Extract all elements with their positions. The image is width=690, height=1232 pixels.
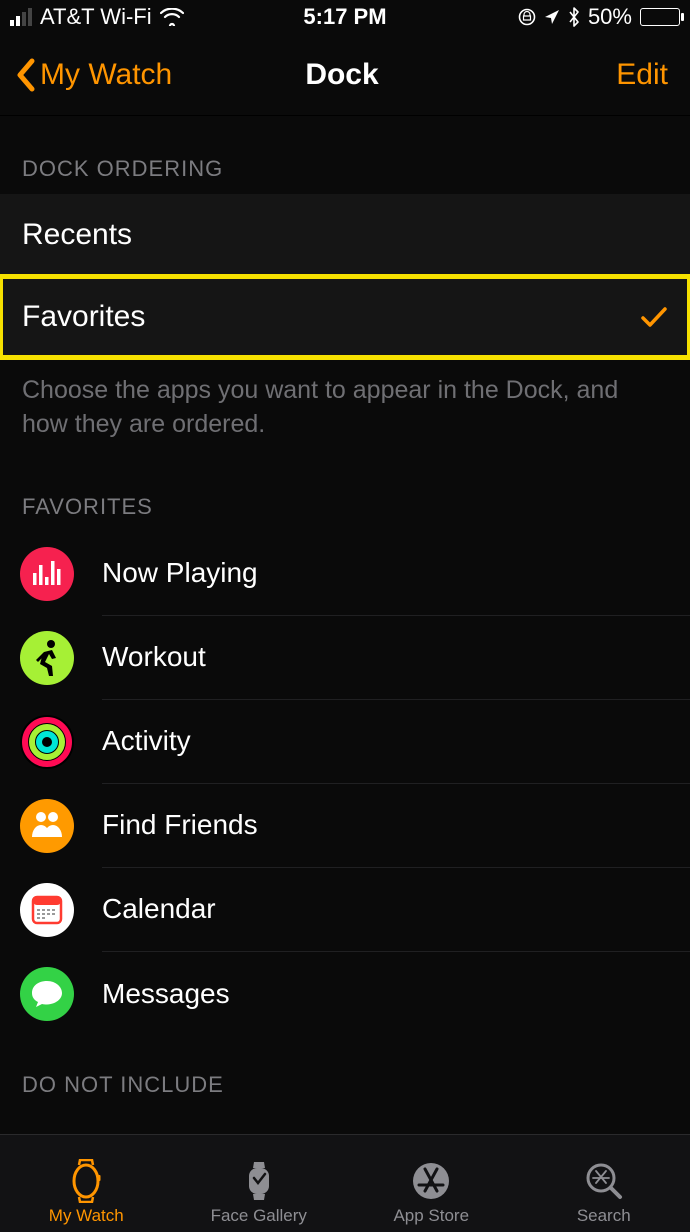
favorite-row[interactable]: Now Playing	[0, 532, 690, 616]
bluetooth-icon	[568, 7, 580, 27]
checkmark-icon	[640, 306, 668, 328]
tab-my-watch[interactable]: My Watch	[0, 1135, 173, 1232]
tab-search[interactable]: Search	[518, 1135, 690, 1232]
favorite-row[interactable]: Workout	[0, 616, 690, 700]
favorite-label: Now Playing	[102, 532, 690, 616]
activity-icon	[20, 715, 74, 769]
chevron-left-icon	[16, 58, 36, 92]
nav-bar: My Watch Dock Edit	[0, 34, 690, 116]
favorite-row[interactable]: Activity	[0, 700, 690, 784]
cellular-signal-icon	[10, 8, 32, 26]
status-time: 5:17 PM	[233, 4, 456, 30]
location-icon	[544, 9, 560, 25]
favorite-row[interactable]: Calendar	[0, 868, 690, 952]
battery-pct: 50%	[588, 4, 632, 30]
find-friends-icon	[20, 799, 74, 853]
recents-row[interactable]: Recents	[0, 194, 690, 276]
page-title: Dock	[233, 58, 450, 92]
tab-face-gallery[interactable]: Face Gallery	[173, 1135, 346, 1232]
now-playing-icon	[20, 547, 74, 601]
battery-icon	[640, 8, 680, 26]
tab-bar: My Watch Face Gallery App Store Search	[0, 1134, 690, 1232]
favorites-row[interactable]: Favorites	[0, 276, 690, 358]
status-bar: AT&T Wi-Fi 5:17 PM 50%	[0, 0, 690, 34]
wifi-icon	[160, 8, 184, 26]
tab-label: Search	[577, 1206, 631, 1226]
recents-label: Recents	[22, 218, 132, 252]
tab-label: App Store	[393, 1206, 469, 1226]
app-store-icon	[410, 1160, 452, 1202]
favorites-header: FAVORITES	[0, 458, 690, 532]
favorite-label: Workout	[102, 616, 690, 700]
face-gallery-icon	[238, 1160, 280, 1202]
favorite-row[interactable]: Messages	[0, 952, 690, 1036]
favorite-label: Messages	[102, 952, 690, 1036]
rotation-lock-icon	[518, 8, 536, 26]
back-label: My Watch	[40, 58, 172, 92]
favorite-label: Find Friends	[102, 784, 690, 868]
carrier-label: AT&T Wi-Fi	[40, 4, 152, 30]
favorite-label: Calendar	[102, 868, 690, 952]
edit-button[interactable]: Edit	[451, 58, 674, 92]
dock-ordering-footer: Choose the apps you want to appear in th…	[0, 358, 690, 458]
favorite-row[interactable]: Find Friends	[0, 784, 690, 868]
back-button[interactable]: My Watch	[16, 58, 233, 92]
favorites-list: Now Playing Workout Activity Find Friend…	[0, 532, 690, 1036]
search-icon	[583, 1160, 625, 1202]
tab-label: My Watch	[49, 1206, 124, 1226]
dock-ordering-header: DOCK ORDERING	[0, 116, 690, 194]
watch-icon	[65, 1160, 107, 1202]
content-scroll[interactable]: DOCK ORDERING Recents Favorites Choose t…	[0, 116, 690, 1134]
workout-icon	[20, 631, 74, 685]
calendar-icon	[20, 883, 74, 937]
do-not-include-header: DO NOT INCLUDE	[0, 1036, 690, 1110]
dock-ordering-group: Recents Favorites	[0, 194, 690, 358]
favorite-label: Activity	[102, 700, 690, 784]
tab-app-store[interactable]: App Store	[345, 1135, 518, 1232]
favorites-label: Favorites	[22, 300, 145, 334]
messages-icon	[20, 967, 74, 1021]
tab-label: Face Gallery	[211, 1206, 307, 1226]
